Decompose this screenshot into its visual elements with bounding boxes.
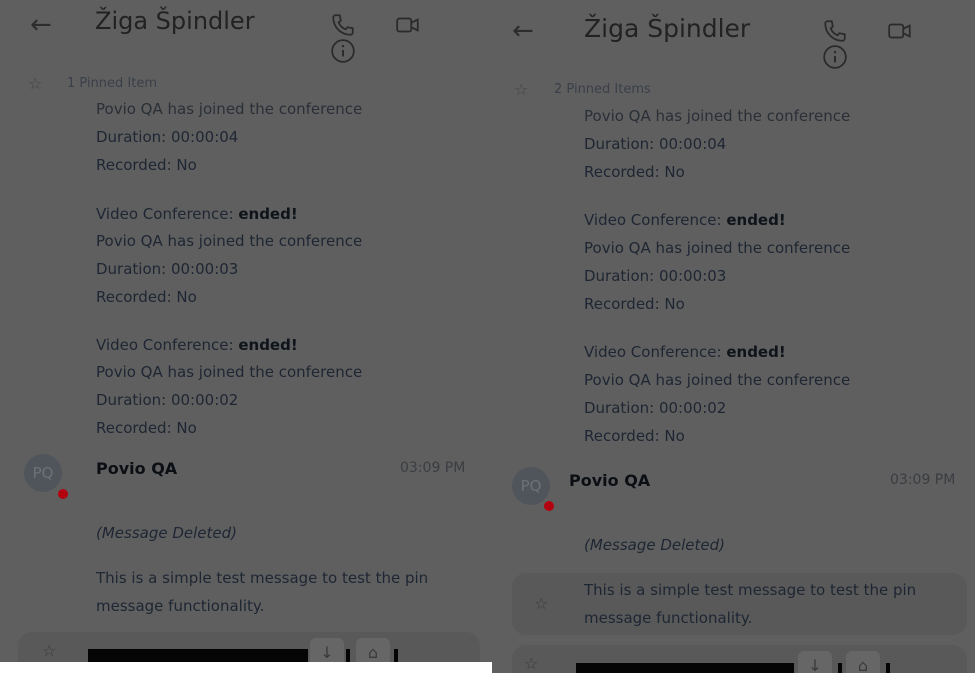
arrow-left-icon[interactable]: ← <box>512 16 534 46</box>
deleted-message: (Message Deleted) <box>584 536 726 554</box>
redacted-area <box>838 663 842 673</box>
sender-name[interactable]: Povio QA <box>569 471 650 490</box>
redacted-area <box>886 663 890 673</box>
message-text: Video Conference: ended! <box>96 205 298 223</box>
info-icon[interactable] <box>822 44 848 70</box>
message-text: This is a simple test message to test th… <box>584 581 917 599</box>
header-actions <box>822 18 975 70</box>
pinned-count-label: 1 Pinned Item <box>67 76 158 91</box>
chat-title: Žiga Špindler <box>584 14 751 43</box>
redacted-area <box>394 649 398 663</box>
message-text: Duration: 00:00:03 <box>584 267 727 285</box>
message-text: Video Conference: ended! <box>96 336 298 354</box>
message-text: Povio QA has joined the conference <box>584 371 851 389</box>
phone-icon[interactable] <box>822 18 848 44</box>
trash-icon[interactable]: ⌂ <box>846 651 880 673</box>
sender-name[interactable]: Povio QA <box>96 459 177 478</box>
download-icon[interactable]: ↓ <box>798 651 832 673</box>
message-text: Recorded: No <box>96 419 197 437</box>
message-time: 03:09 PM <box>890 472 956 488</box>
pin-icon[interactable]: ☆ <box>524 654 538 673</box>
message-text: Duration: 00:00:02 <box>96 391 239 409</box>
message-text: Duration: 00:00:03 <box>96 260 239 278</box>
pin-icon: ☆ <box>28 74 43 93</box>
redacted-area <box>346 649 350 663</box>
avatar[interactable]: PQ <box>24 454 62 492</box>
chat-header: ← Žiga Špindler <box>0 0 490 63</box>
message-text: message functionality. <box>584 609 753 627</box>
message-text: Povio QA has joined the conference <box>584 239 851 257</box>
message-text: Povio QA has joined the conference <box>96 100 363 118</box>
chat-header: ← Žiga Špindler <box>492 0 975 69</box>
message-text: Povio QA has joined the conference <box>96 232 363 250</box>
message-text: Recorded: No <box>584 427 685 445</box>
message-text: Recorded: No <box>96 288 197 306</box>
message-text: Recorded: No <box>584 295 685 313</box>
phone-icon[interactable] <box>330 12 356 38</box>
info-icon[interactable] <box>330 38 356 64</box>
message-text: Video Conference: ended! <box>584 343 786 361</box>
arrow-left-icon[interactable]: ← <box>30 10 52 40</box>
chat-panel-left: ← Žiga Špindler ☆ 1 Pinned Item Povio QA… <box>0 0 490 673</box>
redacted-area <box>576 663 794 673</box>
bottom-strip <box>0 662 492 673</box>
pin-icon[interactable]: ☆ <box>42 641 56 660</box>
pin-icon: ☆ <box>514 80 529 99</box>
video-camera-icon[interactable] <box>887 18 913 44</box>
status-indicator <box>56 487 70 501</box>
message-text: Duration: 00:00:04 <box>96 128 239 146</box>
status-indicator <box>542 499 556 513</box>
message-list[interactable]: Povio QA has joined the conference Durat… <box>492 105 975 673</box>
message-time: 03:09 PM <box>400 460 466 476</box>
message-text: Povio QA has joined the conference <box>584 107 851 125</box>
message-text: message functionality. <box>96 597 265 615</box>
deleted-message: (Message Deleted) <box>96 524 238 542</box>
pinned-count-label: 2 Pinned Items <box>554 82 651 97</box>
header-actions <box>330 12 490 64</box>
message-text: Video Conference: ended! <box>584 211 786 229</box>
video-camera-icon[interactable] <box>395 12 421 38</box>
message-text: Duration: 00:00:04 <box>584 135 727 153</box>
redacted-area <box>88 649 308 663</box>
message-text: This is a simple test message to test th… <box>96 569 429 587</box>
message-text: Recorded: No <box>584 163 685 181</box>
pinned-bar[interactable]: ☆ 2 Pinned Items <box>492 78 975 108</box>
chat-title: Žiga Špindler <box>95 7 255 35</box>
chat-panel-right: ← Žiga Špindler ☆ 2 Pinned Items Povio Q… <box>492 0 975 673</box>
message-text: Duration: 00:00:02 <box>584 399 727 417</box>
message-list[interactable]: Povio QA has joined the conference Durat… <box>0 98 490 673</box>
message-text: Recorded: No <box>96 156 197 174</box>
pin-icon[interactable]: ☆ <box>534 594 548 613</box>
message-text: Povio QA has joined the conference <box>96 363 363 381</box>
